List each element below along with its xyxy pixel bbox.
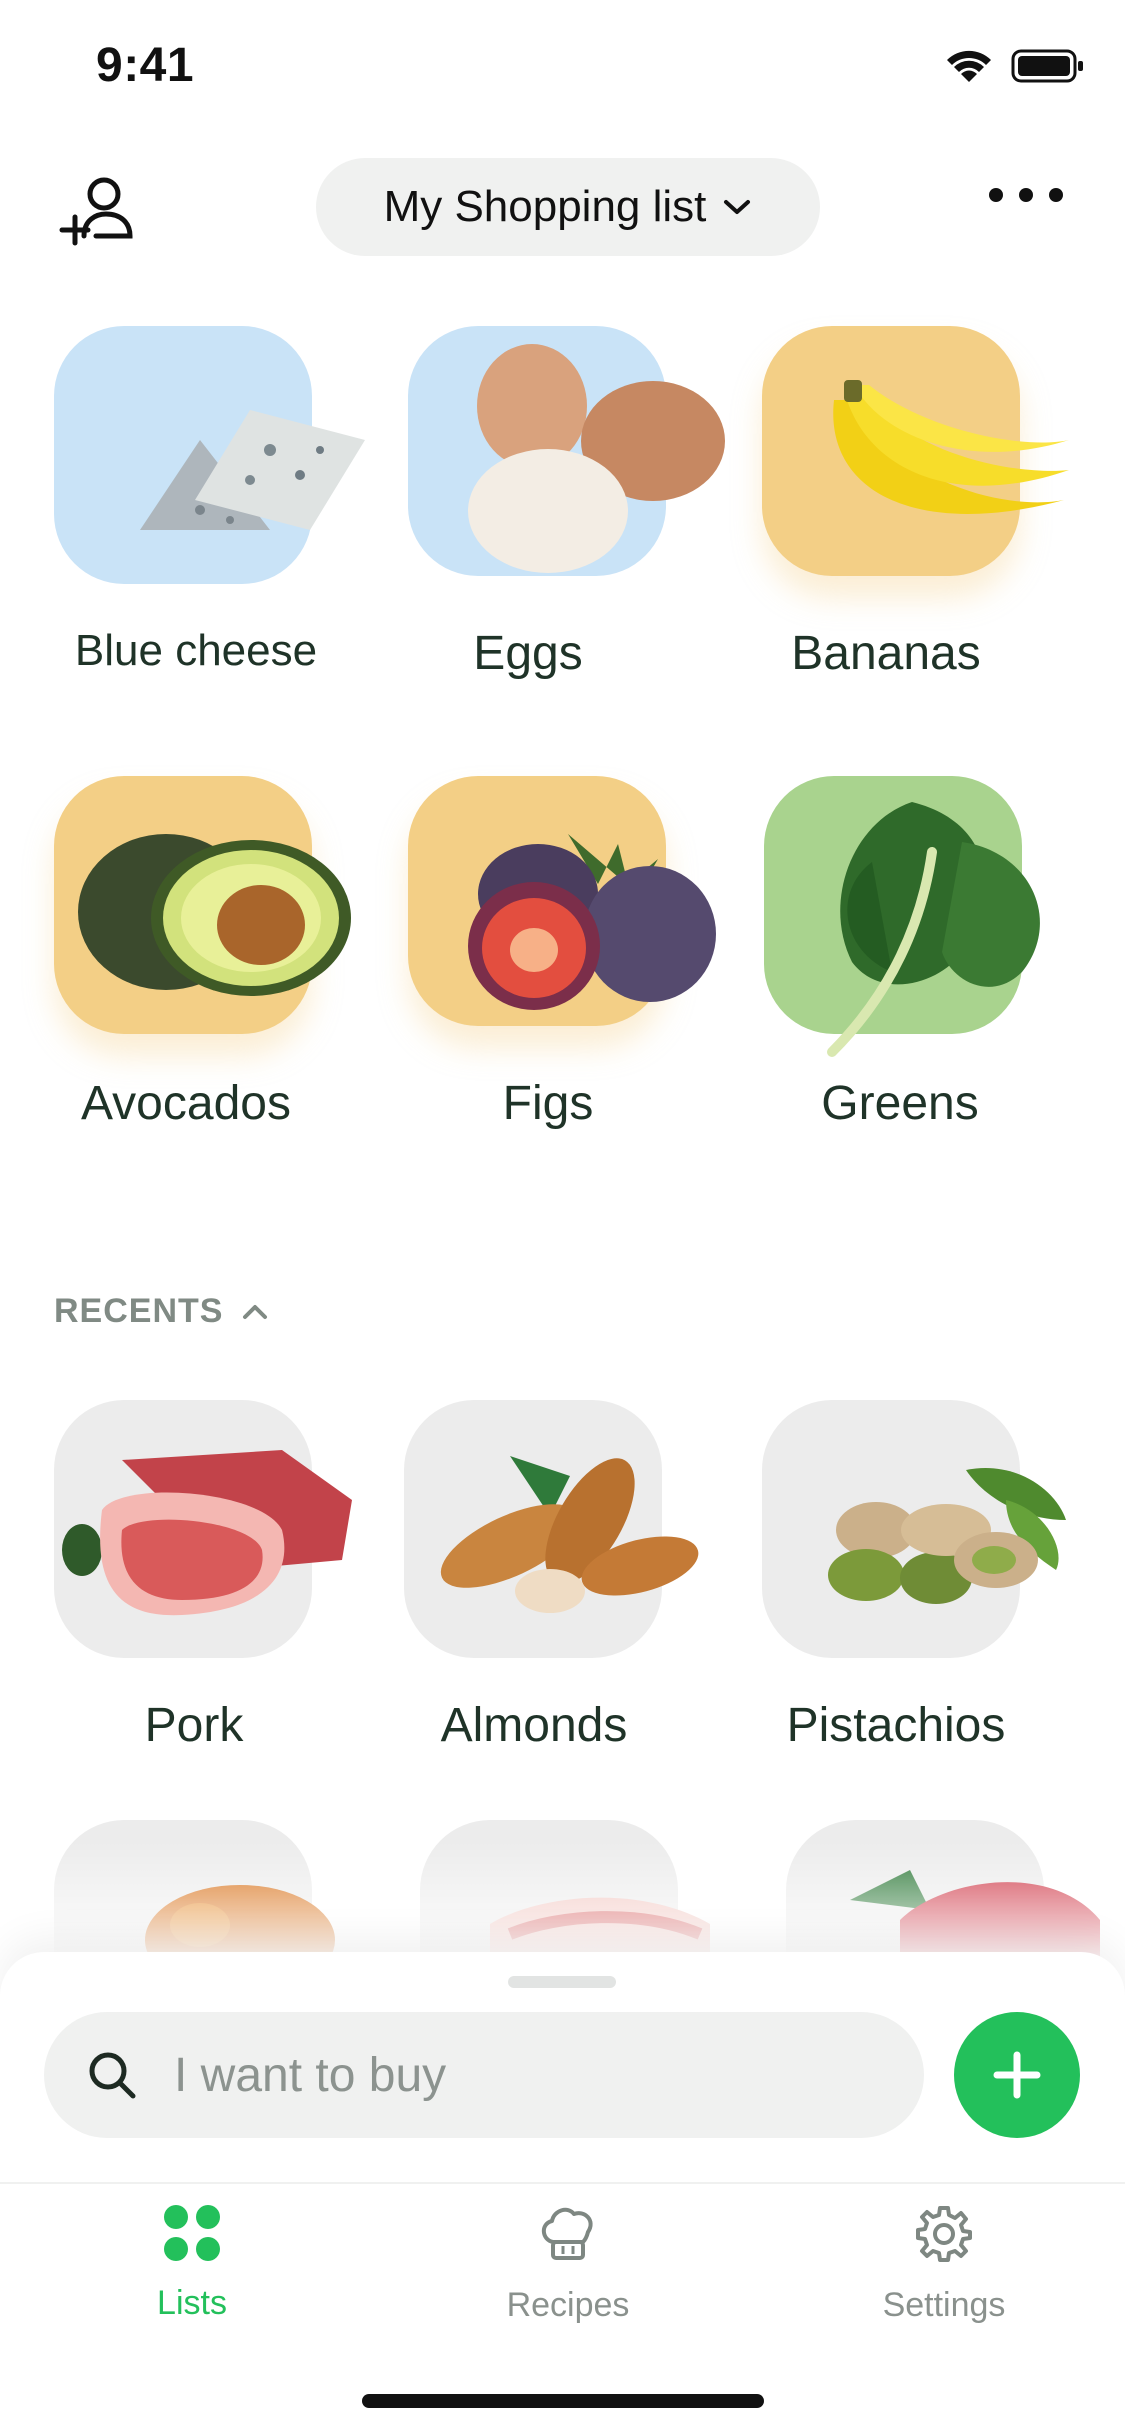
gear-icon	[916, 2206, 972, 2262]
favorite-label: Blue cheese	[74, 626, 318, 675]
status-time: 9:41	[96, 39, 195, 92]
chevron-up-icon	[243, 1304, 268, 1319]
list-selector[interactable]: My Shopping list	[316, 158, 820, 256]
almonds-image	[440, 1456, 699, 1613]
search-placeholder: I want to buy	[174, 2048, 447, 2102]
wifi-icon	[947, 50, 991, 82]
battery-icon	[1011, 49, 1083, 83]
search-icon	[89, 2052, 136, 2099]
avocado-image	[78, 834, 351, 996]
more-options-icon[interactable]	[989, 188, 1063, 202]
add-item-button[interactable]	[954, 2012, 1080, 2138]
tab-label: Settings	[882, 2286, 1006, 2324]
favorite-label: Greens	[821, 1077, 979, 1130]
home-indicator	[362, 2394, 764, 2408]
search-input[interactable]: I want to buy	[44, 2012, 924, 2138]
tab-label: Recipes	[506, 2286, 630, 2324]
status-icons	[945, 48, 1085, 84]
recent-label: Almonds	[440, 1699, 628, 1752]
list-title: My Shopping list	[383, 182, 707, 231]
favorite-label: Avocados	[81, 1077, 291, 1130]
recent-label: Pistachios	[786, 1699, 1006, 1752]
chef-hat-icon	[541, 2207, 593, 2260]
tab-lists[interactable]: Lists	[62, 2204, 322, 2323]
chevron-down-icon	[724, 200, 751, 214]
tab-label: Lists	[157, 2284, 227, 2322]
plus-icon	[993, 2051, 1041, 2099]
pistachios-image	[828, 1468, 1066, 1604]
tabbar-divider	[0, 2182, 1125, 2184]
blue-cheese-image	[140, 410, 365, 530]
eggs-image	[468, 344, 725, 573]
tab-recipes[interactable]: Recipes	[438, 2204, 698, 2325]
recent-label: Pork	[144, 1699, 244, 1752]
add-user-icon[interactable]	[58, 174, 138, 250]
greens-image	[827, 802, 1040, 1057]
figs-image	[468, 834, 716, 1010]
favorite-label: Bananas	[791, 627, 981, 680]
pork-image	[62, 1450, 352, 1616]
grid-icon	[164, 2205, 220, 2261]
favorite-label: Figs	[502, 1077, 594, 1130]
bananas-image	[833, 380, 1069, 514]
favorite-label: Eggs	[473, 627, 583, 680]
scroll-fade	[0, 1840, 1125, 1960]
tab-settings[interactable]: Settings	[814, 2204, 1074, 2325]
recents-toggle[interactable]: RECENTS	[54, 1292, 269, 1331]
recents-heading: RECENTS	[54, 1292, 224, 1330]
sheet-grabber[interactable]	[508, 1976, 616, 1988]
